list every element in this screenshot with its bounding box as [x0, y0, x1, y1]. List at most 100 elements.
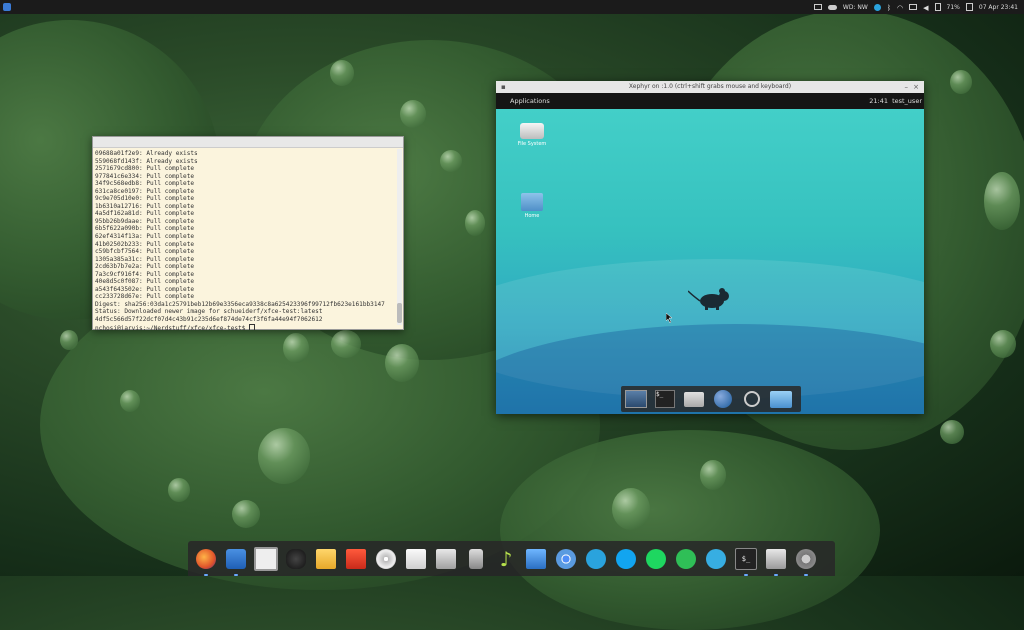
- dock-item-whatsapp[interactable]: [673, 546, 699, 572]
- terminal-line: 95bb26b9daae: Pull complete: [95, 217, 195, 225]
- app-finder-icon[interactable]: [741, 389, 763, 409]
- dock-item-text-editor[interactable]: [403, 546, 429, 572]
- minimize-icon[interactable]: –: [905, 81, 909, 93]
- xephyr-titlebar[interactable]: ▪ Xephyr on :1.0 (ctrl+shift grabs mouse…: [496, 81, 924, 93]
- xfce-dock: $_: [621, 386, 801, 412]
- folder-icon[interactable]: [770, 389, 792, 409]
- terminal-line: 62ef4314f13a: Pull complete: [95, 233, 195, 241]
- window-menu-icon[interactable]: ▪: [501, 81, 506, 93]
- clock[interactable]: 07 Apr 23:41: [979, 4, 1018, 11]
- settings-icon: [796, 548, 816, 569]
- xfce-desktop[interactable]: File System Home $_: [496, 109, 924, 414]
- wifi-icon[interactable]: ◠: [897, 4, 903, 12]
- mail-icon: [226, 548, 246, 569]
- applications-menu[interactable]: Applications: [510, 97, 550, 105]
- telegram-icon: [586, 548, 606, 569]
- whisker-menu-icon[interactable]: [3, 3, 11, 11]
- chromium-icon: [556, 548, 576, 569]
- running-indicator: [804, 573, 808, 576]
- disc-icon: [376, 548, 396, 569]
- dock-item-telegram[interactable]: [583, 546, 609, 572]
- terminal-line: 09688a01f2e9: Already exists: [95, 150, 198, 157]
- terminal-line: 4a5df162a81d: Pull complete: [95, 210, 195, 218]
- terminal-cursor: [249, 323, 256, 330]
- dock-item-telegram-alt[interactable]: [703, 546, 729, 572]
- terminal-line: 2cd63b7b7e2a: Pull complete: [95, 263, 195, 271]
- volume-icon[interactable]: ◀: [923, 4, 928, 12]
- close-icon[interactable]: ×: [913, 81, 919, 93]
- xephyr-window[interactable]: ▪ Xephyr on :1.0 (ctrl+shift grabs mouse…: [496, 81, 924, 414]
- user-menu[interactable]: test_user: [892, 97, 922, 105]
- dock-item-skype[interactable]: [613, 546, 639, 572]
- dock-item-home-folder[interactable]: [433, 546, 459, 572]
- dock-item-terminal[interactable]: $_: [733, 546, 759, 576]
- xfce-clock[interactable]: 21:41: [869, 97, 888, 105]
- web-browser-icon[interactable]: [712, 389, 734, 409]
- terminal-line: 631ca8ce0197: Pull complete: [95, 187, 195, 195]
- top-panel: WD: NW ᛒ ◠ ◀ 71% 07 Apr 23:41: [0, 0, 1024, 14]
- desktop-icon-filesystem[interactable]: File System: [512, 123, 552, 147]
- dock-item-remmina[interactable]: [283, 546, 309, 572]
- terminal-titlebar[interactable]: [93, 137, 403, 148]
- dock-item-system-monitor[interactable]: [523, 546, 549, 572]
- weather-label[interactable]: WD: NW: [843, 4, 868, 11]
- dock-item-settings[interactable]: [793, 546, 819, 576]
- dock-item-envelope[interactable]: [313, 546, 339, 572]
- terminal-line: 4df5c566d57f22dcf07d4c43b91c235d6ef874de…: [95, 316, 323, 324]
- notification-icon[interactable]: [965, 3, 973, 11]
- terminal-output[interactable]: 09688a01f2e9: Already exists 559068fd143f…: [93, 148, 403, 330]
- terminal-line: 9c9e705d10e0: Pull complete: [95, 195, 195, 203]
- terminal-line: 6b5f622a090b: Pull complete: [95, 225, 195, 233]
- battery-label[interactable]: 71%: [947, 4, 960, 11]
- scrollbar-thumb[interactable]: [397, 303, 402, 323]
- whatsapp-icon: [676, 548, 696, 569]
- terminal-line: 7a3c9cf916f4: Pull complete: [95, 270, 195, 278]
- dock-item-phone[interactable]: [463, 546, 489, 572]
- system-monitor-icon: [526, 548, 546, 569]
- terminal-icon: $_: [735, 547, 757, 570]
- desktop-icon-label: Home: [524, 213, 540, 219]
- terminal-window[interactable]: 09688a01f2e9: Already exists 559068fd143f…: [92, 136, 404, 330]
- home-folder-icon: [436, 548, 456, 569]
- text-editor-icon: [406, 548, 426, 569]
- home-folder-icon: [521, 193, 543, 211]
- remmina-icon: [286, 548, 306, 569]
- skype-icon: [616, 548, 636, 569]
- dock-item-disc[interactable]: [373, 546, 399, 572]
- dock-item-firefox[interactable]: [193, 546, 219, 576]
- dock-item-spotify[interactable]: [643, 546, 669, 572]
- bluetooth-icon[interactable]: ᛒ: [887, 4, 891, 12]
- cloud-icon[interactable]: [827, 4, 837, 10]
- firefox-icon: [196, 548, 216, 569]
- screen-icon[interactable]: [813, 4, 822, 10]
- file-manager-icon[interactable]: [683, 389, 705, 409]
- dock-item-window[interactable]: [253, 546, 279, 572]
- terminal-line: 1b6310a12716: Pull complete: [95, 202, 195, 210]
- dock-item-office[interactable]: [343, 546, 369, 572]
- show-desktop-icon[interactable]: [625, 389, 647, 409]
- terminal-line: 559068fd143f: Already exists: [95, 157, 198, 165]
- window-icon: [254, 546, 278, 571]
- desktop-icon-home[interactable]: Home: [512, 193, 552, 219]
- drive-icon: [520, 123, 544, 139]
- bottom-dock: ♪ $_: [188, 541, 835, 576]
- terminal-scrollbar[interactable]: [397, 149, 402, 325]
- mail-tray-icon[interactable]: [909, 4, 918, 10]
- terminal-line: 977841c6e334: Pull complete: [95, 172, 195, 180]
- running-indicator: [774, 573, 778, 576]
- telegram-tray-icon[interactable]: [873, 3, 881, 11]
- terminal-line: 40e8d5c0f087: Pull complete: [95, 278, 195, 286]
- mouse-pointer-icon: [666, 313, 673, 323]
- dock-item-mail[interactable]: [223, 546, 249, 576]
- xephyr-title: Xephyr on :1.0 (ctrl+shift grabs mouse a…: [628, 83, 792, 90]
- folder-icon: [766, 548, 786, 569]
- clipboard-icon[interactable]: [934, 3, 941, 11]
- running-indicator: [204, 573, 208, 576]
- dock-item-chromium[interactable]: [553, 546, 579, 572]
- terminal-line: cc233728d67e: Pull complete: [95, 293, 195, 301]
- terminal-line: 1305a385a31c: Pull complete: [95, 255, 195, 263]
- envelope-icon: [316, 548, 336, 569]
- dock-item-folder[interactable]: [763, 546, 789, 576]
- dock-item-music-note[interactable]: ♪: [493, 546, 519, 572]
- terminal-icon[interactable]: $_: [654, 389, 676, 409]
